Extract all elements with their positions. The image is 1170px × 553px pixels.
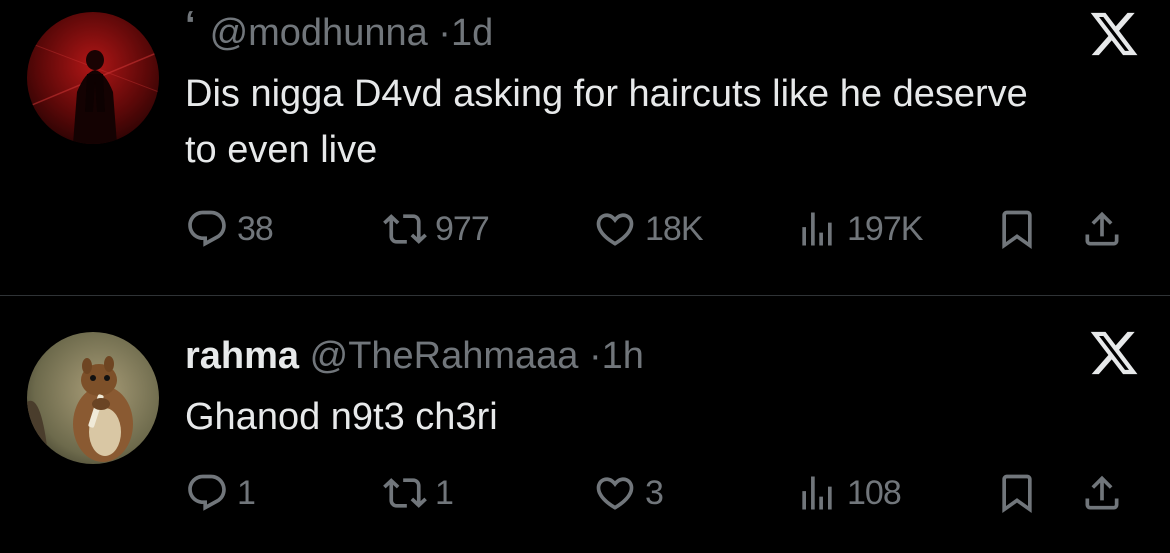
- separator: ·: [589, 335, 602, 377]
- like-count: 18K: [645, 209, 703, 248]
- action-bar: 1 1 3 108: [185, 469, 1145, 517]
- display-name[interactable]: rahma: [185, 335, 299, 377]
- bookmark-button[interactable]: [995, 469, 1047, 517]
- bookmark-icon: [995, 207, 1047, 251]
- like-button[interactable]: 18K: [593, 205, 703, 253]
- tweet-text: Ghanod n9t3 ch3ri: [185, 396, 498, 438]
- views-count: 108: [847, 473, 902, 512]
- tweet-text: Dis nigga D4vd asking for haircuts like …: [185, 73, 1028, 171]
- avatar[interactable]: [27, 12, 159, 144]
- avatar[interactable]: [27, 332, 159, 464]
- tweet-divider: [0, 295, 1170, 296]
- like-icon: [593, 207, 645, 251]
- reply-icon: [185, 471, 237, 515]
- reply-button[interactable]: 1: [185, 469, 256, 517]
- tweet-2[interactable]: rahma @TheRahmaaa ·1h Ghanod n9t3 ch3ri …: [0, 297, 1170, 553]
- share-icon: [1080, 471, 1132, 515]
- views-count: 197K: [847, 209, 923, 248]
- bookmark-button[interactable]: [995, 205, 1047, 253]
- views-icon: [795, 471, 847, 515]
- like-count: 3: [645, 473, 664, 512]
- reply-count: 38: [237, 209, 274, 248]
- tweet-1[interactable]: ‘ @modhunna ·1d Dis nigga D4vd asking for…: [0, 0, 1170, 296]
- share-button[interactable]: [1080, 205, 1132, 253]
- quote-mark: ‘: [185, 4, 196, 46]
- like-button[interactable]: 3: [593, 469, 664, 517]
- views-button[interactable]: 197K: [795, 205, 923, 253]
- tweet-header: ‘ @modhunna ·1d: [185, 4, 493, 55]
- retweet-icon: [383, 471, 435, 515]
- views-icon: [795, 207, 847, 251]
- views-button[interactable]: 108: [795, 469, 902, 517]
- bookmark-icon: [995, 471, 1047, 515]
- retweet-icon: [383, 207, 435, 251]
- retweet-count: 1: [435, 473, 454, 512]
- share-button[interactable]: [1080, 469, 1132, 517]
- handle[interactable]: @modhunna: [210, 12, 428, 54]
- x-logo-icon[interactable]: [1088, 327, 1140, 379]
- action-bar: 38 977 18K 197K: [185, 205, 1145, 253]
- x-logo-icon[interactable]: [1088, 8, 1140, 60]
- handle[interactable]: @TheRahmaaa: [310, 335, 579, 377]
- reply-count: 1: [237, 473, 256, 512]
- separator: ·: [438, 12, 451, 54]
- retweet-button[interactable]: 1: [383, 469, 454, 517]
- share-icon: [1080, 207, 1132, 251]
- timestamp[interactable]: 1h: [602, 335, 644, 377]
- reply-icon: [185, 207, 237, 251]
- tweet-header: rahma @TheRahmaaa ·1h: [185, 335, 644, 378]
- retweet-button[interactable]: 977: [383, 205, 490, 253]
- like-icon: [593, 471, 645, 515]
- retweet-count: 977: [435, 209, 490, 248]
- reply-button[interactable]: 38: [185, 205, 274, 253]
- timestamp[interactable]: 1d: [451, 12, 493, 54]
